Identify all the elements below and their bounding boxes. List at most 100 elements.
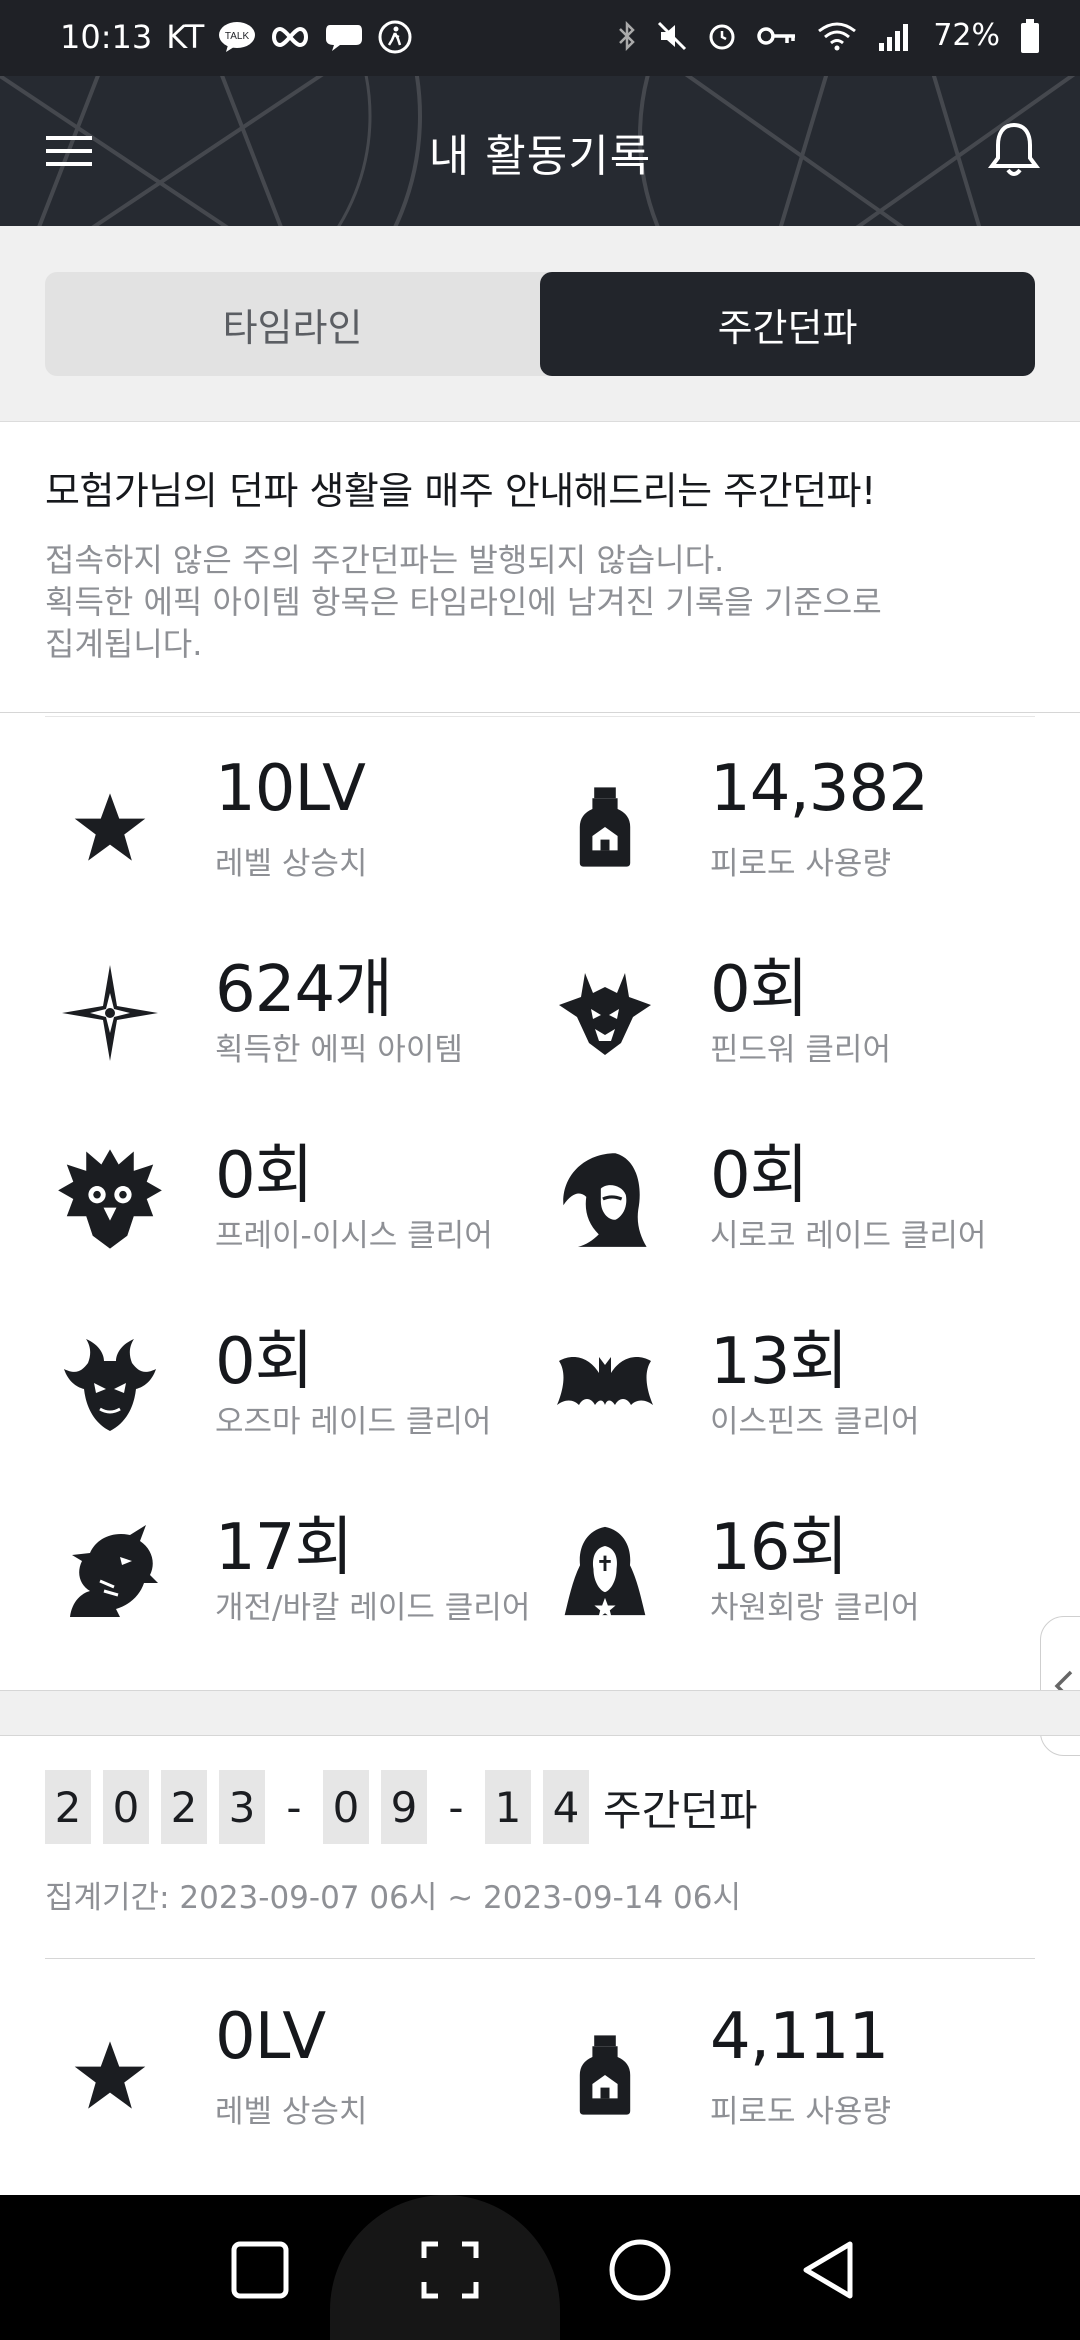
date-digit: 1 (485, 1770, 531, 1844)
app-header: 내 활동기록 (0, 76, 1080, 226)
walking-icon (378, 20, 412, 54)
notification-button[interactable] (986, 120, 1042, 180)
divider (0, 712, 1080, 713)
stat-epic-items: 624개 획득한 에픽 아이템 (45, 938, 540, 1088)
stat-label: 레벨 상승치 (215, 2094, 368, 2130)
stat-value: 0회 (215, 1139, 314, 1213)
stat-value: 0회 (710, 1139, 809, 1213)
stat-value: 14,382 (710, 752, 929, 826)
stat-label: 핀드워 클리어 (710, 1032, 891, 1068)
stat-value: 0회 (215, 1325, 314, 1399)
mute-icon (657, 21, 687, 51)
back-button[interactable] (790, 2230, 870, 2310)
stat-value: 4,111 (710, 2000, 889, 2074)
stat-value: 17회 (215, 1511, 353, 1585)
summary-stats: 10LV 레벨 상승치 14,382 피로도 사용량 624개 획득한 에픽 아… (45, 752, 1035, 1652)
alarm-icon (707, 21, 737, 51)
horned-demon-icon (540, 953, 670, 1073)
battery-icon (1020, 18, 1040, 53)
stat-label: 개전/바칼 레이드 클리어 (215, 1590, 531, 1626)
date-separator: - (448, 1782, 464, 1832)
divider (45, 716, 1035, 717)
stat-prey-isys-clear: 0회 프레이-이시스 클리어 (45, 1124, 540, 1274)
status-bar: 10:13 KT TALK 72% (0, 0, 1080, 76)
weekly-stats: 0LV 레벨 상승치 4,111 피로도 사용량 (45, 2000, 1035, 2160)
intro-note-2: 획득한 에픽 아이템 항목은 타임라인에 남겨진 기록을 기준으로 (45, 583, 882, 621)
stat-label: 이스핀즈 클리어 (710, 1404, 920, 1440)
potion-bottle-icon (540, 2015, 670, 2135)
sparkle-star-icon (45, 953, 175, 1073)
kakaotalk-icon: TALK (218, 21, 256, 53)
date-digit: 2 (161, 1770, 207, 1844)
bell-icon (988, 122, 1040, 176)
stat-ozma-clear: 0회 오즈마 레이드 클리어 (45, 1310, 540, 1460)
stat-label: 차원회랑 클리어 (710, 1590, 920, 1626)
wifi-icon (817, 21, 857, 51)
screenshot-button[interactable] (410, 2230, 490, 2310)
segmented-tabs: 타임라인 주간던파 (45, 272, 1035, 376)
stat-ispins-clear: 13회 이스핀즈 클리어 (540, 1310, 1035, 1460)
stat-value: 0회 (710, 953, 809, 1027)
capture-frame-icon (421, 2241, 479, 2299)
circle-icon (609, 2239, 671, 2301)
stat-value: 10LV (215, 752, 366, 826)
date-digit: 3 (219, 1770, 265, 1844)
weekly-title-suffix: 주간던파 (603, 1785, 758, 1835)
weekly-date-heading: 2 0 2 3 - 0 9 - 1 4 주간던파 (45, 1770, 758, 1844)
dragon-head-icon (45, 1511, 175, 1631)
home-button[interactable] (600, 2230, 680, 2310)
system-navigation-bar (0, 2195, 1080, 2340)
signal-icon (877, 21, 913, 51)
stat-value: 16회 (710, 1511, 848, 1585)
page-title: 내 활동기록 (428, 131, 652, 182)
stat-fiendwar-clear: 0회 핀드워 클리어 (540, 938, 1035, 1088)
weekly-stat-fatigue-used: 4,111 피로도 사용량 (540, 2000, 1035, 2150)
stat-label: 피로도 사용량 (710, 846, 891, 882)
tab-weekly[interactable]: 주간던파 (540, 272, 1035, 376)
intro-headline: 모험가님의 던파 생활을 매주 안내해드리는 주간던파! (45, 469, 876, 513)
date-digit: 2 (45, 1770, 91, 1844)
owl-monster-icon (45, 1139, 175, 1259)
date-separator: - (286, 1782, 302, 1832)
bluetooth-icon (617, 20, 637, 51)
intro-note-1: 접속하지 않은 주의 주간던파는 발행되지 않습니다. (45, 541, 725, 579)
star-icon (45, 2015, 175, 2135)
stat-label: 획득한 에픽 아이템 (215, 1032, 463, 1068)
section-separator (0, 1690, 1080, 1736)
status-carrier: KT (166, 18, 205, 56)
date-digit: 9 (381, 1770, 427, 1844)
stat-sirocco-clear: 0회 시로코 레이드 클리어 (540, 1124, 1035, 1274)
stat-level-gain: 10LV 레벨 상승치 (45, 752, 540, 902)
chat-bubble-icon (324, 21, 364, 53)
date-digit: 0 (103, 1770, 149, 1844)
stat-label: 시로코 레이드 클리어 (710, 1218, 987, 1254)
battery-percent: 72% (933, 18, 1000, 53)
stat-value: 624개 (215, 953, 393, 1027)
date-digit: 4 (543, 1770, 589, 1844)
divider (45, 1958, 1035, 1959)
stat-label: 레벨 상승치 (215, 846, 368, 882)
tab-timeline[interactable]: 타임라인 (45, 272, 540, 376)
stat-value: 13회 (710, 1325, 848, 1399)
square-icon (231, 2241, 289, 2299)
infinity-icon (270, 25, 310, 49)
potion-bottle-icon (540, 767, 670, 887)
hooded-woman-icon (540, 1139, 670, 1259)
aggregation-period: 집계기간: 2023-09-07 06시 ~ 2023-09-14 06시 (45, 1880, 742, 1916)
weekly-stat-level-gain: 0LV 레벨 상승치 (45, 2000, 540, 2150)
stat-label: 피로도 사용량 (710, 2094, 891, 2130)
star-icon (45, 767, 175, 887)
stat-label: 프레이-이시스 클리어 (215, 1218, 493, 1254)
stat-fatigue-used: 14,382 피로도 사용량 (540, 752, 1035, 902)
vpn-key-icon (757, 24, 797, 48)
stat-label: 오즈마 레이드 클리어 (215, 1404, 492, 1440)
hooded-figure-icon (540, 1511, 670, 1631)
intro-note-3: 집계됩니다. (45, 625, 203, 663)
tab-area: 타임라인 주간던파 (0, 226, 1080, 422)
back-triangle-icon (803, 2241, 853, 2299)
recents-button[interactable] (220, 2230, 300, 2310)
status-time: 10:13 (60, 18, 153, 56)
svg-text:TALK: TALK (225, 31, 250, 42)
stat-bakal-clear: 17회 개전/바칼 레이드 클리어 (45, 1496, 540, 1646)
horned-mask-icon (45, 1325, 175, 1445)
